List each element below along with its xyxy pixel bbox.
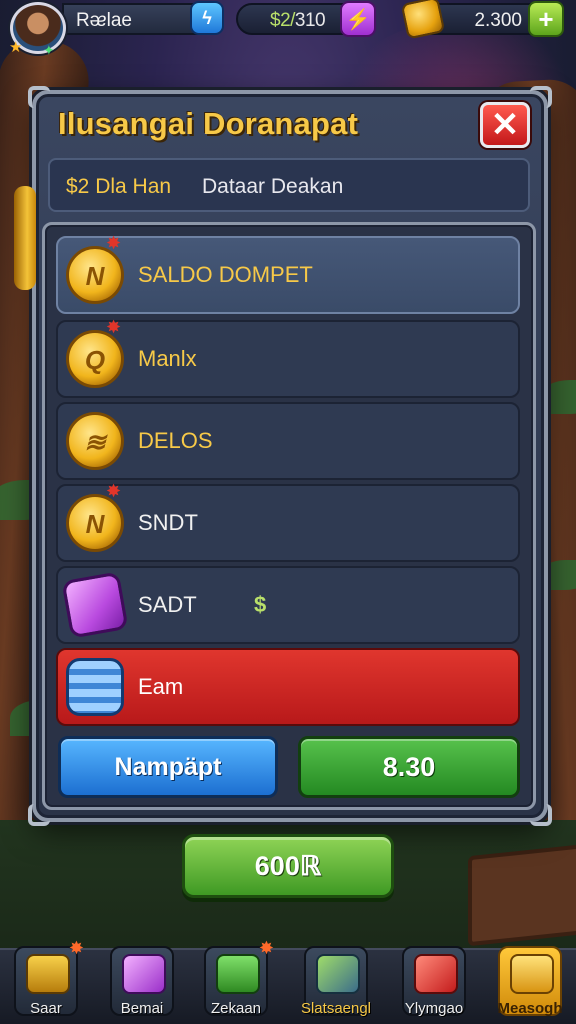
- nav-item-ylymgao[interactable]: Ylymgao: [402, 946, 466, 1017]
- sparkle-icon: ⚡: [345, 8, 371, 31]
- star-icon: ✸: [106, 317, 122, 337]
- nav-item-measogh[interactable]: Measogh: [497, 946, 563, 1017]
- wallet-option-label: Manlx: [138, 346, 197, 371]
- close-button[interactable]: ✕: [480, 102, 530, 148]
- plus-icon: +: [538, 3, 554, 34]
- gold-coin-icon: N: [66, 494, 124, 552]
- side-coin-decoration: [14, 186, 36, 290]
- notification-star-icon: ✸: [258, 938, 274, 958]
- dialog-title: Ilusangai Doranapat: [58, 106, 359, 141]
- treasure-chest-icon: [26, 954, 70, 994]
- cash-stack-icon: [216, 954, 260, 994]
- wallet-option-amount: $: [254, 592, 267, 617]
- nav-label: Ylymgao: [404, 1000, 464, 1017]
- wallet-option-label: DELOS: [138, 428, 213, 453]
- wallet-option-eam[interactable]: Eam: [56, 648, 520, 726]
- wallet-option-delos[interactable]: ≋ DELOS: [56, 402, 520, 480]
- gold-coin-icon: Q: [66, 330, 124, 388]
- wallet-option-sadt[interactable]: SADT $: [56, 566, 520, 644]
- gift-box-icon: [122, 954, 166, 994]
- wallet-option-label: SALDO DOMPET: [138, 262, 313, 287]
- nav-item-bemai[interactable]: Bemai: [110, 946, 174, 1017]
- cash-prefix: $2/: [270, 10, 295, 31]
- wallet-option-sndt[interactable]: N ✸ SNDT: [56, 481, 520, 562]
- star-icon: ✸: [106, 481, 122, 501]
- gem-badge-icon: ✦: [43, 42, 55, 58]
- sword-icon: [316, 954, 360, 994]
- star-badge-icon: ★: [9, 39, 23, 56]
- add-coins-button[interactable]: +: [528, 1, 564, 37]
- gold-coin-icon: ≋: [66, 412, 124, 470]
- cash-value: 310: [294, 10, 326, 31]
- nav-label: Bemai: [120, 1000, 164, 1017]
- confirm-button[interactable]: Nampäpt: [58, 736, 278, 798]
- close-icon: ✕: [490, 106, 520, 144]
- amount-button[interactable]: 8.30: [298, 736, 520, 798]
- wallet-option-manlx[interactable]: Q ✸ Manlx: [56, 317, 520, 398]
- player-avatar[interactable]: ★ ✦: [9, 2, 66, 58]
- nav-item-slatsaengl[interactable]: Slatsaengl: [301, 946, 371, 1017]
- player-name: Rᴂlae: [76, 10, 132, 31]
- boost-button[interactable]: ⚡: [340, 1, 376, 37]
- wallet-option-label: SNDT: [138, 510, 198, 535]
- lightning-icon: ϟ: [202, 7, 212, 28]
- gold-chest-icon: [510, 954, 554, 994]
- coin-value: 2.300: [474, 10, 522, 31]
- gold-coin-icon: N: [66, 246, 124, 304]
- nav-label: Saar: [30, 1000, 62, 1017]
- lightning-button[interactable]: ϟ: [190, 1, 224, 35]
- gift-box-icon: [61, 571, 129, 639]
- nav-item-saar[interactable]: ✸ Saar: [14, 938, 84, 1017]
- nav-label: Measogh: [497, 1000, 563, 1017]
- subtitle-accent: $2 Dla Han: [66, 175, 172, 198]
- subtitle-text: Dataar Deakan: [202, 175, 344, 198]
- dialog-subtitle: $2 Dla Han Dataar Deakan: [48, 158, 530, 212]
- nav-label: Slatsaengl: [300, 1000, 372, 1017]
- star-icon: ✸: [106, 233, 122, 253]
- wallet-option-saldo-dompet[interactable]: N ✸ SALDO DOMPET: [56, 233, 520, 314]
- notification-star-icon: ✸: [68, 938, 84, 958]
- wallet-option-label: Eam: [138, 674, 184, 699]
- wallet-option-label: SADT: [138, 592, 197, 617]
- top-hud: Rᴂlae ★ ✦ ϟ $2/310 ⚡ 2.300 +: [0, 0, 576, 57]
- red-gift-icon: [414, 954, 458, 994]
- nav-item-zekaan[interactable]: ✸ Zekaan: [204, 938, 274, 1017]
- nav-label: Zekaan: [210, 1000, 262, 1017]
- poker-chips-icon: [66, 658, 124, 716]
- purchase-button[interactable]: 600ℝ: [182, 834, 394, 898]
